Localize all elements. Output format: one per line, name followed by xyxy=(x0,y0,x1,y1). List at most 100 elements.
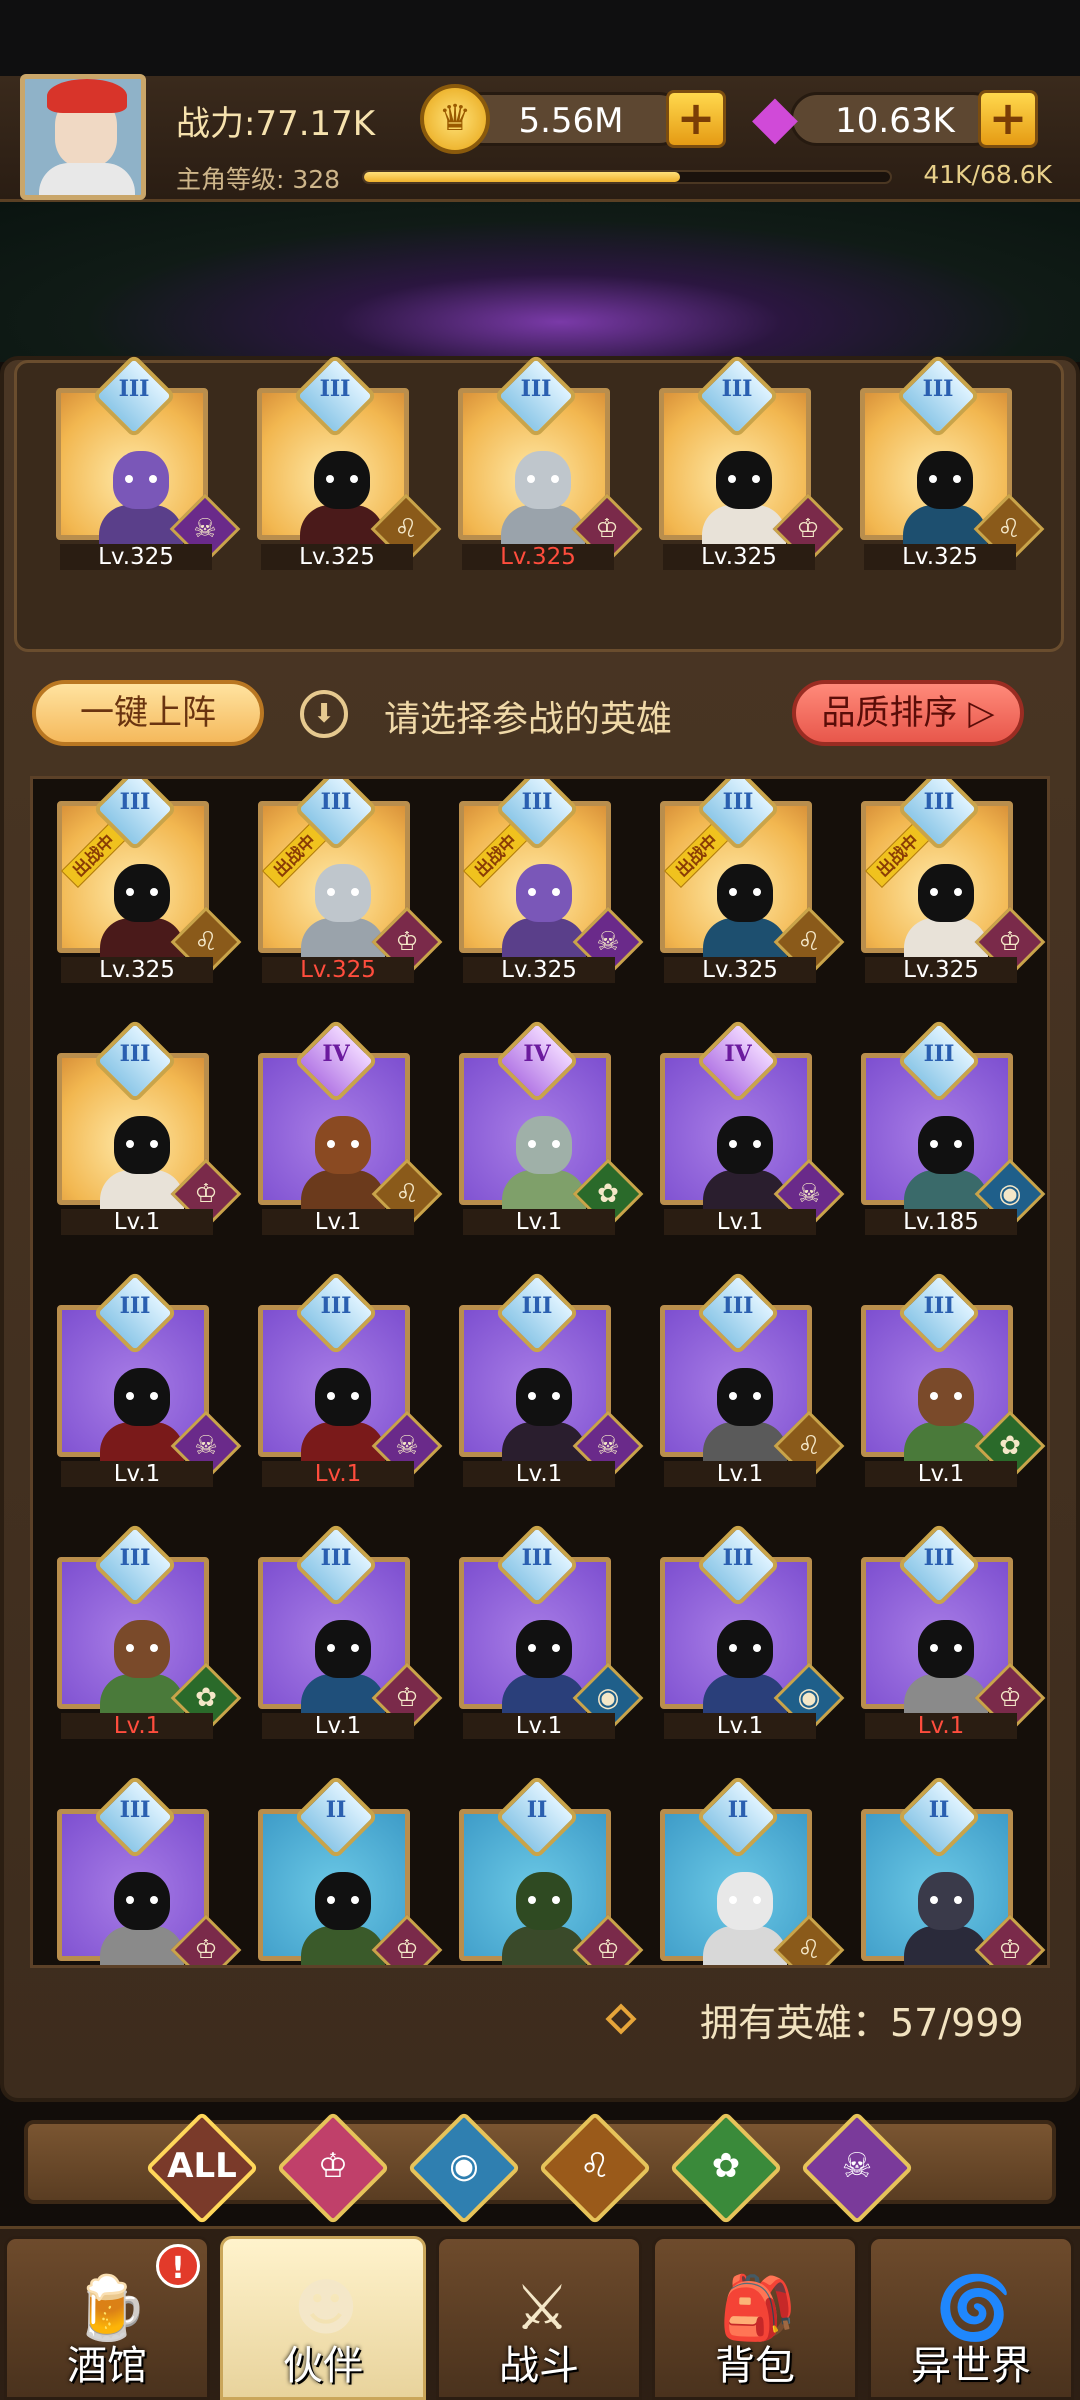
hero-eyes xyxy=(327,1392,359,1400)
gold-counter: 5.56M xyxy=(456,92,686,146)
gem-value: 10.63K xyxy=(835,101,955,141)
hero-eyes xyxy=(327,1140,359,1148)
hero-card[interactable]: III ♔ Lv.1 xyxy=(258,1522,443,1739)
fish-faction-icon[interactable]: ◉ xyxy=(407,2111,521,2225)
hero-eyes xyxy=(326,475,358,483)
hero-level: Lv.1 xyxy=(664,1209,816,1235)
crown-faction-icon[interactable]: ♔ xyxy=(276,2111,390,2225)
hero-card[interactable]: II ♌ xyxy=(660,1774,845,1965)
hero-card[interactable]: III ♔ Lv.325 xyxy=(659,353,844,570)
hero-card[interactable]: III ◉ Lv.1 xyxy=(459,1522,644,1739)
hero-card[interactable]: III ◉ Lv.185 xyxy=(861,1018,1046,1235)
purple-gem-icon: ◆ xyxy=(751,82,799,152)
hero-card[interactable]: 出战中 III ♔ Lv.325 xyxy=(258,779,443,983)
player-avatar[interactable] xyxy=(20,74,146,200)
rank-numeral: III xyxy=(521,1293,553,1319)
hero-level: Lv.1 xyxy=(61,1209,213,1235)
elf-faction-icon[interactable]: ✿ xyxy=(669,2111,783,2225)
rank-numeral: IV xyxy=(724,1041,752,1067)
hero-card[interactable]: III ♔ xyxy=(57,1774,242,1965)
hero-level: Lv.1 xyxy=(262,1461,414,1487)
demon-faction-icon[interactable]: ☠ xyxy=(800,2111,914,2225)
hero-body xyxy=(703,1926,787,1965)
hero-level: Lv.325 xyxy=(463,957,615,983)
hero-body xyxy=(301,1926,385,1965)
hero-card[interactable]: III ◉ Lv.1 xyxy=(660,1522,845,1739)
tavern-alert-badge: ! xyxy=(156,2244,200,2288)
hero-card[interactable]: III ♌ Lv.1 xyxy=(660,1270,845,1487)
hero-eyes xyxy=(126,1644,158,1652)
status-bar xyxy=(0,0,1080,76)
select-heroes-prompt: 请选择参战的英雄 xyxy=(384,699,673,740)
hero-card[interactable]: III ♔ Lv.1 xyxy=(861,1522,1046,1739)
hero-card[interactable]: IV ✿ Lv.1 xyxy=(459,1018,644,1235)
rank-numeral: III xyxy=(521,1545,553,1571)
hero-card[interactable]: 出战中 III ♌ Lv.325 xyxy=(660,779,845,983)
hero-card[interactable]: II ♔ xyxy=(258,1774,443,1965)
add-gold-button[interactable]: + xyxy=(666,90,726,148)
hero-card[interactable]: III ✿ Lv.1 xyxy=(57,1522,242,1739)
filter-label: ◉ xyxy=(449,2146,479,2186)
hero-card[interactable]: 出战中 III ♔ Lv.325 xyxy=(861,779,1046,983)
rank-numeral: II xyxy=(526,1797,548,1823)
hero-level: Lv.325 xyxy=(664,957,816,983)
nav-tab-1[interactable]: ☻ 伙伴 xyxy=(220,2236,426,2400)
hero-eyes xyxy=(729,1896,761,1904)
all-filter-icon[interactable]: ALL xyxy=(145,2111,259,2225)
rank-numeral: III xyxy=(118,376,150,402)
quality-sort-button[interactable]: 品质排序 ▷ xyxy=(792,680,1024,746)
auto-deploy-button[interactable]: 一键上阵 xyxy=(32,680,264,746)
hero-level: Lv.1 xyxy=(463,1713,615,1739)
hero-card[interactable]: IV ♌ Lv.1 xyxy=(258,1018,443,1235)
hero-eyes xyxy=(528,1896,560,1904)
hero-card[interactable]: III ♔ Lv.1 xyxy=(57,1018,242,1235)
hero-eyes xyxy=(327,888,359,896)
rank-numeral: IV xyxy=(523,1041,551,1067)
lion-faction-glyph: ♌ xyxy=(797,1935,821,1965)
hero-card[interactable]: III ☠ Lv.1 xyxy=(57,1270,242,1487)
nav-tab-label: 战斗 xyxy=(499,2343,579,2389)
hero-card[interactable]: II ♔ xyxy=(459,1774,644,1965)
hero-card[interactable]: 出战中 III ♌ Lv.325 xyxy=(57,779,242,983)
hero-level: Lv.1 xyxy=(463,1209,615,1235)
hero-eyes xyxy=(930,1644,962,1652)
hero-card[interactable]: III ☠ Lv.1 xyxy=(258,1270,443,1487)
hero-roster-grid[interactable]: 出战中 III ♌ Lv.325 出战中 III ♔ Lv.325 出战中 III ☠ Lv.325 出… xyxy=(30,776,1050,1968)
hero-card[interactable]: IV ☠ Lv.1 xyxy=(660,1018,845,1235)
nav-tab-label: 伙伴 xyxy=(283,2343,363,2389)
hero-card[interactable]: III ✿ Lv.1 xyxy=(861,1270,1046,1487)
nav-tab-2[interactable]: ⚔ 战斗 xyxy=(436,2236,642,2400)
hero-eyes xyxy=(327,1896,359,1904)
hero-card[interactable]: 出战中 III ☠ Lv.325 xyxy=(459,779,644,983)
rank-numeral: III xyxy=(520,376,552,402)
hero-eyes xyxy=(126,888,158,896)
hero-card[interactable]: III ♔ Lv.325 xyxy=(458,353,643,570)
background-scene xyxy=(0,202,1080,362)
add-gem-button[interactable]: + xyxy=(978,90,1038,148)
rank-numeral: III xyxy=(922,376,954,402)
hero-level: Lv.185 xyxy=(865,1209,1017,1235)
hero-level: Lv.1 xyxy=(61,1713,213,1739)
hero-level: Lv.1 xyxy=(865,1461,1017,1487)
owned-heroes-count: 拥有英雄：57/999 xyxy=(700,2001,1024,2045)
hero-card[interactable]: II ♔ xyxy=(861,1774,1046,1965)
hero-card[interactable]: III ♌ Lv.325 xyxy=(860,353,1045,570)
lion-faction-icon[interactable]: ♌ xyxy=(538,2111,652,2225)
hero-figure xyxy=(502,1872,586,1965)
hero-card[interactable]: III ☠ Lv.1 xyxy=(459,1270,644,1487)
gold-value: 5.56M xyxy=(518,101,624,141)
rank-numeral: III xyxy=(119,1041,151,1067)
nav-tab-4[interactable]: 🌀 异世界 xyxy=(868,2236,1074,2400)
hero-level: Lv.1 xyxy=(463,1461,615,1487)
hero-eyes xyxy=(929,475,961,483)
nav-tab-3[interactable]: 🎒 背包 xyxy=(652,2236,858,2400)
hero-body xyxy=(100,1926,184,1965)
hero-level: Lv.1 xyxy=(865,1713,1017,1739)
rank-numeral: II xyxy=(727,1797,749,1823)
rank-numeral: IV xyxy=(322,1041,350,1067)
experience-value: 41K/68.6K xyxy=(923,160,1052,189)
hero-card[interactable]: III ☠ Lv.325 xyxy=(56,353,241,570)
hero-card[interactable]: III ♌ Lv.325 xyxy=(257,353,442,570)
filter-label: ALL xyxy=(167,2146,237,2186)
level-progress-bar xyxy=(362,170,892,184)
